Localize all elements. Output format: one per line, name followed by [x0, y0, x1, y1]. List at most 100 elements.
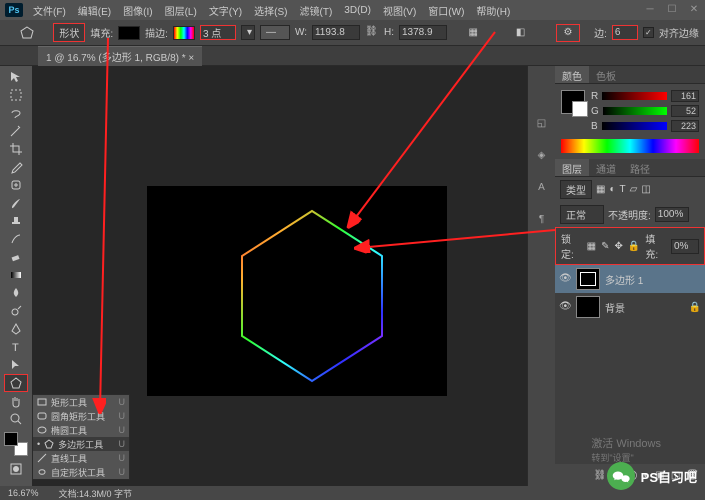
para-icon[interactable]: ¶ [533, 210, 551, 228]
menu-type[interactable]: 文字(Y) [205, 1, 246, 20]
lock-all-icon[interactable]: 🔒 [628, 241, 640, 252]
menu-layer[interactable]: 图层(L) [161, 1, 201, 20]
eyedropper-tool[interactable] [4, 158, 28, 176]
lock-trans-icon[interactable]: ▦ [587, 241, 596, 252]
history-icon[interactable]: ◱ [533, 114, 551, 132]
brush-tool[interactable] [4, 194, 28, 212]
wand-tool[interactable] [4, 122, 28, 140]
marquee-tool[interactable] [4, 86, 28, 104]
blur-tool[interactable] [4, 284, 28, 302]
layer-thumb[interactable] [576, 268, 600, 290]
filter-adj-icon[interactable]: ◐ [609, 184, 615, 195]
menu-window[interactable]: 窗口(W) [424, 1, 468, 20]
tab-swatches[interactable]: 色板 [589, 66, 623, 83]
path-select-tool[interactable] [4, 356, 28, 374]
filter-kind[interactable]: 类型 [560, 180, 592, 199]
menu-edit[interactable]: 编辑(E) [74, 1, 115, 20]
stroke-style[interactable]: — [260, 25, 290, 40]
b-slider[interactable] [602, 122, 667, 130]
filter-type-icon[interactable]: T [620, 184, 626, 195]
g-slider[interactable] [603, 107, 667, 115]
char-icon[interactable]: A [533, 178, 551, 196]
shape-mode-dropdown[interactable]: 形状 [53, 23, 85, 42]
zoom-tool[interactable] [4, 410, 28, 428]
layer-row[interactable]: 👁 背景 🔒 [555, 293, 705, 321]
color-swatches[interactable] [4, 432, 28, 456]
filter-shape-icon[interactable]: ▱ [630, 184, 638, 195]
tab-channels[interactable]: 通道 [589, 159, 623, 176]
g-value[interactable] [671, 105, 699, 117]
filter-smart-icon[interactable]: ◫ [641, 184, 650, 195]
stamp-tool[interactable] [4, 212, 28, 230]
link-icon[interactable]: ⛓ [365, 26, 379, 40]
close-button[interactable]: ✕ [683, 2, 705, 18]
link-layers-icon[interactable]: ⛓ [594, 470, 607, 481]
menu-select[interactable]: 选择(S) [250, 1, 291, 20]
fill-input[interactable] [671, 239, 699, 254]
r-slider[interactable] [602, 92, 667, 100]
flyout-line[interactable]: 直线工具U [33, 451, 129, 465]
quickmask-tool[interactable] [4, 460, 28, 478]
layer-name[interactable]: 背景 [605, 300, 625, 315]
lock-paint-icon[interactable]: ✎ [601, 241, 609, 252]
layer-name[interactable]: 多边形 1 [605, 272, 643, 287]
height-input[interactable] [399, 25, 447, 40]
tab-close-icon[interactable]: × [188, 53, 194, 64]
align-icon[interactable]: ▦ [461, 24, 485, 42]
flyout-rect[interactable]: 矩形工具U [33, 395, 129, 409]
layer-thumb[interactable] [576, 296, 600, 318]
maximize-button[interactable]: ☐ [661, 2, 683, 18]
flyout-roundrect[interactable]: 圆角矩形工具U [33, 409, 129, 423]
lock-pos-icon[interactable]: ✥ [615, 241, 623, 252]
visibility-icon[interactable]: 👁 [559, 273, 571, 285]
menu-3d[interactable]: 3D(D) [340, 3, 375, 18]
move-tool[interactable] [4, 68, 28, 86]
fg-bg-swatch[interactable] [561, 90, 585, 114]
blend-mode[interactable]: 正常 [560, 205, 604, 224]
flyout-ellipse[interactable]: 椭圆工具U [33, 423, 129, 437]
doc-info[interactable]: 文档:14.3M/0 字节 [59, 487, 133, 500]
r-value[interactable] [671, 90, 699, 102]
filter-pixel-icon[interactable]: ▦ [596, 184, 605, 195]
menu-help[interactable]: 帮助(H) [472, 1, 514, 20]
type-tool[interactable]: T [4, 338, 28, 356]
tab-paths[interactable]: 路径 [623, 159, 657, 176]
heal-tool[interactable] [4, 176, 28, 194]
opacity-input[interactable] [655, 207, 689, 222]
fill-swatch[interactable] [118, 26, 140, 40]
gear-icon[interactable]: ⚙ [556, 24, 580, 42]
properties-icon[interactable]: ◈ [533, 146, 551, 164]
lasso-tool[interactable] [4, 104, 28, 122]
tab-layers[interactable]: 图层 [555, 159, 589, 176]
stroke-dropdown[interactable]: ▾ [241, 25, 255, 40]
menu-filter[interactable]: 滤镜(T) [296, 1, 337, 20]
history-brush-tool[interactable] [4, 230, 28, 248]
layer-row[interactable]: 👁 多边形 1 [555, 265, 705, 293]
crop-tool[interactable] [4, 140, 28, 158]
menu-view[interactable]: 视图(V) [379, 1, 420, 20]
polygon-tool-icon[interactable] [15, 24, 39, 42]
b-value[interactable] [671, 120, 699, 132]
sides-input[interactable] [612, 25, 638, 40]
flyout-polygon[interactable]: • 多边形工具U [33, 437, 129, 451]
document-tab[interactable]: 1 @ 16.7% (多边形 1, RGB/8) * × [38, 46, 202, 66]
menu-image[interactable]: 图像(I) [119, 1, 156, 20]
dodge-tool[interactable] [4, 302, 28, 320]
eraser-tool[interactable] [4, 248, 28, 266]
align-edges-checkbox[interactable] [643, 27, 654, 38]
spectrum-bar[interactable] [561, 139, 699, 153]
arrange-icon[interactable]: ◧ [509, 24, 533, 42]
menu-file[interactable]: 文件(F) [29, 1, 70, 20]
gradient-tool[interactable] [4, 266, 28, 284]
stroke-width-input[interactable] [200, 25, 236, 40]
hexagon-shape[interactable] [232, 206, 392, 386]
shape-tool[interactable] [4, 374, 28, 392]
visibility-icon[interactable]: 👁 [559, 301, 571, 313]
minimize-button[interactable]: ─ [639, 2, 661, 18]
zoom-level[interactable]: 16.67% [8, 488, 39, 498]
pen-tool[interactable] [4, 320, 28, 338]
stroke-swatch[interactable] [173, 26, 195, 40]
flyout-custom[interactable]: 自定形状工具U [33, 465, 129, 479]
width-input[interactable] [312, 25, 360, 40]
hand-tool[interactable] [4, 392, 28, 410]
